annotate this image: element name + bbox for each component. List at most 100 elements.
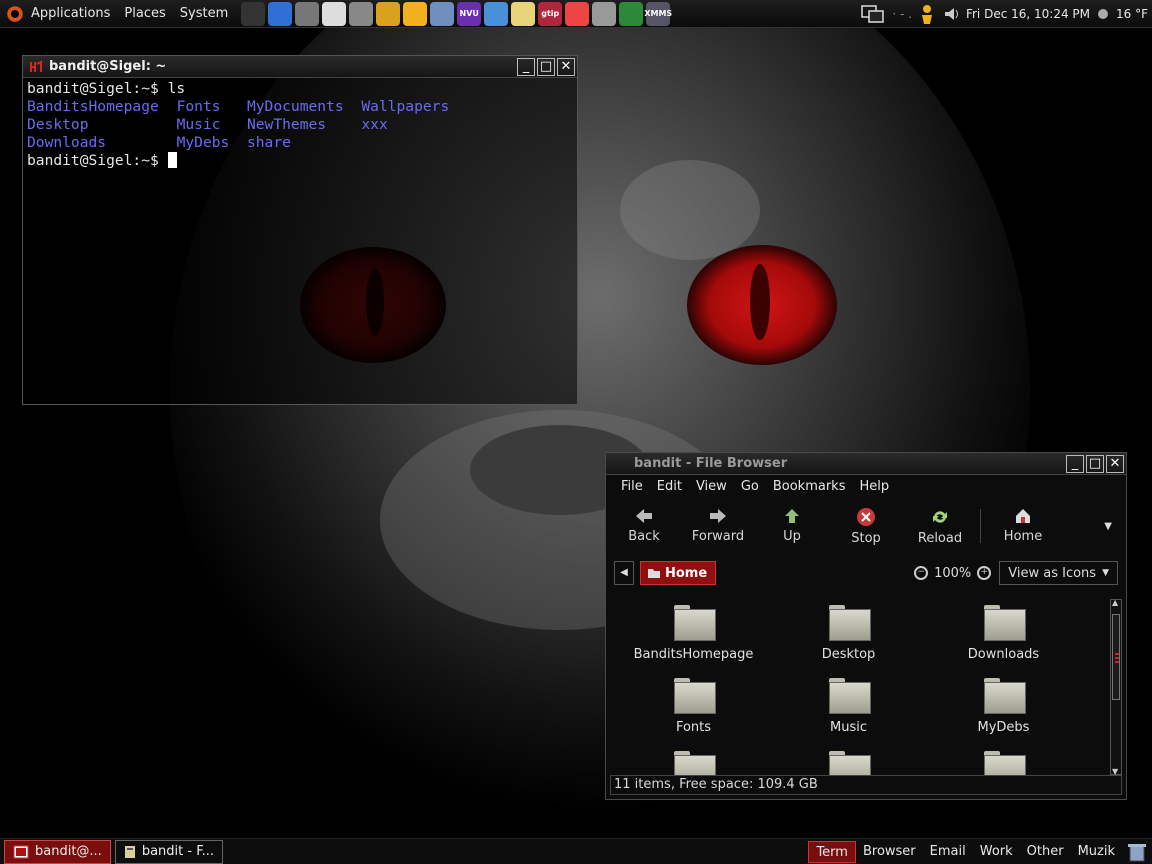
workspace-switcher-icon[interactable] — [860, 4, 886, 24]
minimize-button[interactable]: _ — [1066, 454, 1084, 473]
menu-view[interactable]: View — [689, 479, 734, 497]
disc-burner-icon[interactable] — [565, 1, 590, 26]
person-icon[interactable] — [403, 1, 428, 26]
workspace-email[interactable]: Email — [923, 841, 973, 863]
terminal-app-icon — [30, 59, 42, 72]
terminal-titlebar[interactable]: bandit@Sigel: ~ _ □ ✕ — [23, 56, 577, 78]
nvu-icon[interactable]: NVU — [457, 1, 482, 26]
text-editor-icon[interactable] — [322, 1, 347, 26]
chain-icon[interactable] — [619, 1, 644, 26]
trash-icon[interactable] — [1126, 841, 1148, 863]
folder-name: Fonts — [675, 720, 712, 735]
folder-item[interactable]: Music — [771, 672, 926, 735]
workspace-other[interactable]: Other — [1020, 841, 1071, 863]
file-manager-icon[interactable] — [430, 1, 455, 26]
reload-button[interactable]: Reload — [910, 507, 970, 546]
terminal-prompt: bandit@Sigel:~$ — [27, 152, 168, 169]
breadcrumb-home[interactable]: Home — [640, 561, 717, 585]
menu-go[interactable]: Go — [734, 479, 766, 497]
directory-entry: Desktop — [27, 116, 89, 133]
view-mode-select[interactable]: View as Icons ▼ — [999, 561, 1118, 585]
volume-icon[interactable] — [942, 5, 960, 23]
folder-item[interactable] — [926, 745, 1081, 775]
listing-row: Desktop Music NewThemes xxx — [27, 116, 573, 134]
menu-help[interactable]: Help — [852, 479, 896, 497]
scroll-up-icon[interactable]: ▲ — [1112, 598, 1118, 607]
terminal-input-line[interactable]: bandit@Sigel:~$ — [27, 152, 573, 170]
folder-icon — [828, 605, 871, 641]
file-browser-window[interactable]: bandit - File Browser _ □ ✕ File Edit Vi… — [605, 452, 1127, 800]
minimize-button[interactable]: _ — [517, 57, 535, 76]
xmms-icon[interactable]: XMMS — [644, 1, 672, 26]
directory-entry: Fonts — [176, 98, 221, 115]
back-button[interactable]: Back — [614, 507, 674, 544]
location-bar: ◀ Home − 100% + View as Icons ▼ — [606, 557, 1126, 589]
folder-item[interactable] — [771, 745, 926, 775]
maximize-button[interactable]: □ — [1086, 454, 1104, 473]
weather-temperature[interactable]: 16 °F — [1116, 7, 1148, 21]
zoom-out-icon[interactable]: − — [914, 566, 929, 580]
folder-item[interactable]: Downloads — [926, 599, 1081, 662]
home-label: Home — [1003, 529, 1043, 544]
up-button[interactable]: Up — [762, 507, 822, 544]
image-viewer-icon[interactable] — [484, 1, 509, 26]
menu-system[interactable]: System — [173, 0, 235, 28]
zoom-in-icon[interactable]: + — [977, 566, 992, 580]
close-button[interactable]: ✕ — [1106, 454, 1124, 473]
folder-icon — [828, 678, 871, 714]
cube-icon[interactable] — [268, 1, 293, 26]
home-button[interactable]: Home — [993, 507, 1053, 544]
menu-bookmarks[interactable]: Bookmarks — [766, 479, 853, 497]
folder-item[interactable]: MyDebs — [926, 672, 1081, 735]
tray-network-indicator[interactable]: · - . — [892, 7, 912, 21]
terminal-icon[interactable] — [241, 1, 266, 26]
directory-entry: BanditsHomepage — [27, 98, 159, 115]
listing-row: BanditsHomepage Fonts MyDocuments Wallpaper… — [27, 98, 573, 116]
workspace-switcher: Term Browser Email Work Other Muzik — [808, 841, 1122, 863]
workspace-term[interactable]: Term — [808, 841, 856, 863]
calculator-icon[interactable] — [295, 1, 320, 26]
folder-name: Downloads — [967, 647, 1040, 662]
taskbar-file-browser[interactable]: bandit - F... — [114, 839, 223, 864]
zoom-level[interactable]: 100% — [934, 566, 971, 581]
menu-edit[interactable]: Edit — [650, 479, 689, 497]
workspace-work[interactable]: Work — [973, 841, 1020, 863]
terminal-output[interactable]: bandit@Sigel:~$ ls BanditsHomepage Fonts M… — [23, 78, 577, 172]
file-browser-titlebar[interactable]: bandit - File Browser _ □ ✕ — [606, 453, 1126, 475]
directory-entry: Downloads — [27, 134, 107, 151]
gnome-panel-icon[interactable]: gtip — [538, 1, 563, 26]
menu-places[interactable]: Places — [117, 0, 172, 28]
stop-button[interactable]: Stop — [836, 507, 896, 546]
gimp-icon[interactable] — [349, 1, 374, 26]
clock[interactable]: Fri Dec 16, 10:24 PM — [966, 7, 1090, 21]
forward-button[interactable]: Forward — [688, 507, 748, 544]
workspace-browser[interactable]: Browser — [856, 841, 923, 863]
weather-icon[interactable] — [1096, 7, 1110, 21]
menu-file[interactable]: File — [614, 479, 650, 497]
maximize-button[interactable]: □ — [537, 57, 555, 76]
path-left-arrow-icon[interactable]: ◀ — [614, 561, 634, 585]
file-manager-icon — [124, 845, 135, 858]
menu-applications[interactable]: Applications — [24, 0, 117, 28]
vertical-scrollbar[interactable]: ▲ ▼ — [1110, 598, 1122, 776]
taskbar-terminal[interactable]: bandit@... — [4, 839, 111, 864]
directory-entry — [361, 134, 467, 152]
toolbar-overflow-icon[interactable]: ▼ — [1104, 521, 1112, 532]
folder-item[interactable]: BanditsHomepage — [616, 599, 771, 662]
up-arrow-icon — [785, 509, 799, 523]
ubuntu-logo-icon[interactable] — [6, 4, 24, 23]
workspace-muzik[interactable]: Muzik — [1071, 841, 1122, 863]
folder-item[interactable] — [616, 745, 771, 775]
scrollbar-thumb[interactable] — [1112, 614, 1120, 700]
close-button[interactable]: ✕ — [557, 57, 575, 76]
cd-icon[interactable] — [511, 1, 536, 26]
folder-item[interactable]: Fonts — [616, 672, 771, 735]
directory-entry: MyDebs — [176, 134, 230, 151]
file-icon-view[interactable]: BanditsHomepage Desktop Downloads Fonts Musi… — [608, 599, 1124, 775]
folder-item[interactable]: Desktop — [771, 599, 926, 662]
folder-icon — [673, 751, 716, 775]
tools-icon[interactable] — [376, 1, 401, 26]
person-icon[interactable] — [918, 3, 936, 25]
archive-icon[interactable] — [592, 1, 617, 26]
terminal-window[interactable]: bandit@Sigel: ~ _ □ ✕ bandit@Sigel:~$ ls… — [22, 55, 578, 405]
